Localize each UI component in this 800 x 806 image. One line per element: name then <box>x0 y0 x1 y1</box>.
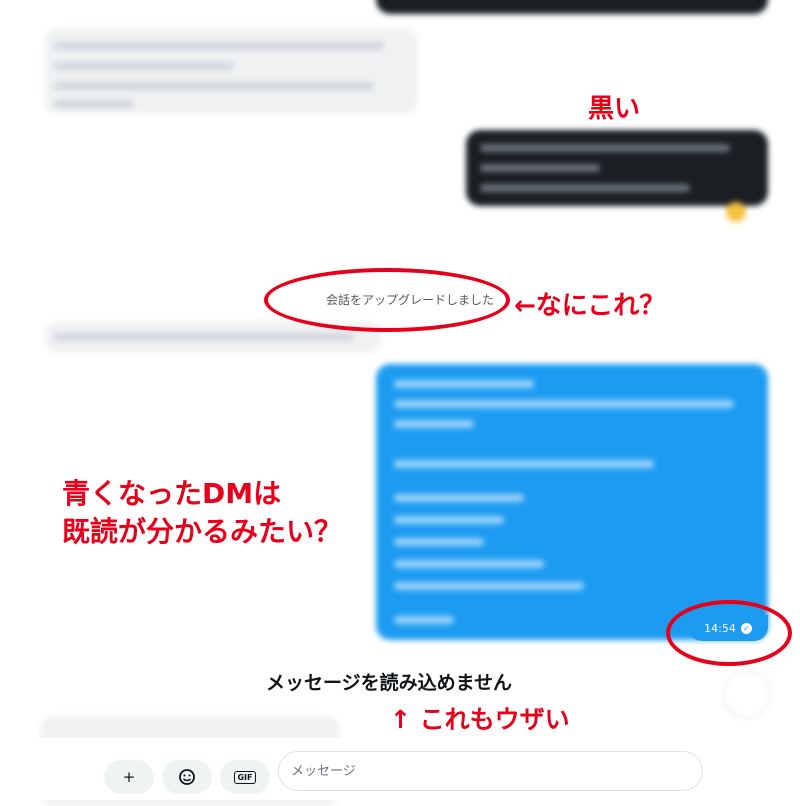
annotation-black: 黒い <box>588 94 641 124</box>
annotation-blue-read-2: 既読が分かるみたい？ <box>62 515 343 548</box>
message-bubble-black <box>466 130 768 206</box>
annotation-circle <box>264 268 510 332</box>
smile-sticker-icon <box>179 769 195 785</box>
load-error-message: メッセージを読み込めません <box>266 672 513 694</box>
gif-button[interactable]: GIF <box>220 760 270 794</box>
annotation-circle <box>666 600 792 666</box>
reaction-emoji <box>726 202 746 222</box>
message-bubble-sent-blue <box>376 364 768 640</box>
scroll-to-bottom-button[interactable] <box>725 672 769 716</box>
plus-icon: + <box>122 768 136 786</box>
annotation-annoying: ↑ これもウザい <box>390 705 570 734</box>
message-bubble-received <box>44 28 418 114</box>
annotation-blue-read: 青くなったDMは <box>62 477 282 510</box>
add-media-button[interactable]: + <box>104 760 154 794</box>
annotation-what-is-this: ←なにこれ？ <box>514 291 666 321</box>
message-input[interactable] <box>278 751 703 791</box>
gif-icon: GIF <box>234 770 256 784</box>
message-bubble-black <box>376 0 768 14</box>
sticker-button[interactable] <box>162 760 212 794</box>
